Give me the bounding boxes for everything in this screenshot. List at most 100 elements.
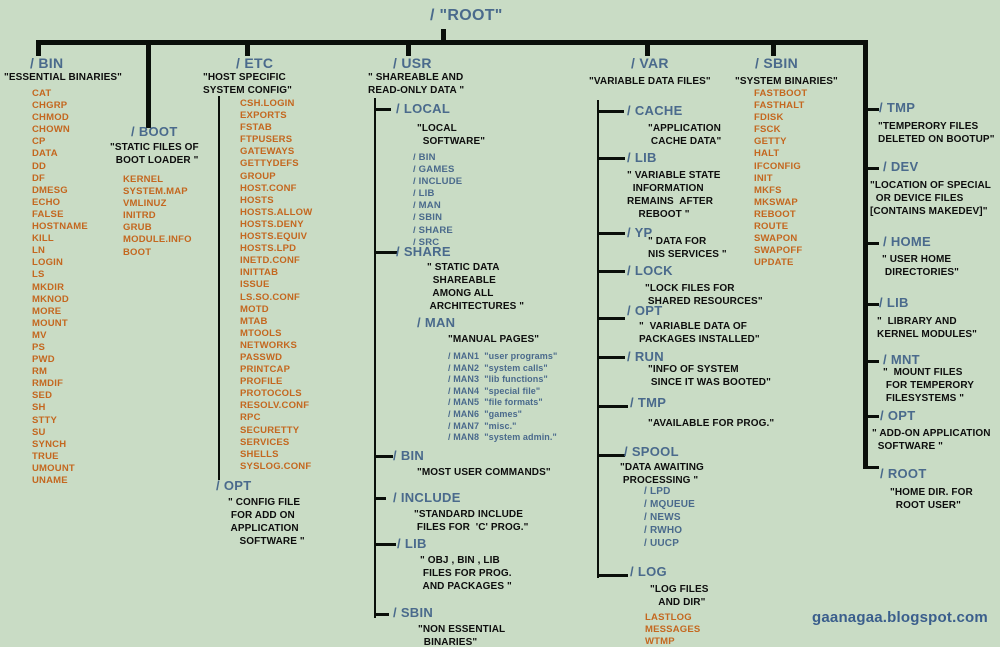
drop-boot-line bbox=[146, 40, 151, 128]
node-usr-desc: " SHAREABLE AND READ-ONLY DATA " bbox=[368, 72, 465, 96]
var-tick-spool bbox=[597, 454, 625, 457]
node-usr-man-desc: "MANUAL PAGES" bbox=[448, 334, 540, 345]
node-right-root-desc: "HOME DIR. FOR ROOT USER" bbox=[890, 487, 973, 511]
node-var-cache-desc: "APPLICATION CACHE DATA" bbox=[648, 123, 722, 147]
var-tick-lock bbox=[597, 270, 625, 273]
etc-spine-line bbox=[218, 96, 220, 480]
node-right-root-label: / ROOT bbox=[880, 466, 927, 481]
var-tick-tmp bbox=[597, 405, 628, 408]
node-right-lib-desc: " LIBRARY AND KERNEL MODULES" bbox=[877, 316, 977, 340]
node-usr-share-label: / SHARE bbox=[396, 244, 451, 259]
node-right-home-label: / HOME bbox=[883, 234, 932, 249]
node-right-opt-label: / OPT bbox=[880, 408, 916, 423]
node-var-desc: "VARIABLE DATA FILES" bbox=[589, 76, 711, 87]
node-var-lib-label: / LIB bbox=[627, 150, 657, 165]
drop-etc-line bbox=[245, 40, 250, 56]
right-spine-line bbox=[863, 40, 868, 469]
node-var-log-files: LASTLOG MESSAGES WTMP bbox=[645, 612, 701, 647]
var-tick-cache bbox=[597, 110, 624, 113]
node-usr-bin-label: / BIN bbox=[393, 448, 425, 463]
node-var-tmp-desc: "AVAILABLE FOR PROG." bbox=[648, 418, 775, 429]
node-usr-lib-desc: " OBJ , BIN , LIB FILES FOR PROG. AND PA… bbox=[420, 555, 512, 592]
node-right-lib-label: / LIB bbox=[879, 295, 909, 310]
node-var-opt-desc: " VARIABLE DATA OF PACKAGES INSTALLED" bbox=[639, 321, 760, 345]
node-usr-local-label: / LOCAL bbox=[396, 101, 451, 116]
node-right-tmp-desc: "TEMPERORY FILES DELETED ON BOOTUP" bbox=[878, 121, 995, 145]
node-boot-files: KERNEL SYSTEM.MAP VMLINUZ INITRD GRUB MO… bbox=[123, 174, 192, 258]
node-var-lock-label: / LOCK bbox=[627, 263, 673, 278]
node-right-opt-desc: " ADD-ON APPLICATION SOFTWARE " bbox=[872, 428, 991, 452]
node-var-run-desc: "INFO OF SYSTEM SINCE IT WAS BOOTED" bbox=[648, 364, 771, 388]
usr-tick-share bbox=[374, 251, 398, 254]
var-tick-lib bbox=[597, 157, 625, 160]
node-var-tmp-label: / TMP bbox=[630, 395, 667, 410]
node-etc-label: / ETC bbox=[236, 55, 274, 71]
node-right-home-desc: " USER HOME DIRECTORIES" bbox=[882, 254, 959, 278]
main-bus-line bbox=[36, 40, 868, 45]
node-var-log-desc: "LOG FILES AND DIR" bbox=[650, 584, 709, 608]
node-right-dev-label: / DEV bbox=[883, 159, 919, 174]
node-var-yp-desc: " DATA FOR NIS SERVICES " bbox=[648, 236, 727, 260]
node-bin-desc: "ESSENTIAL BINARIES" bbox=[4, 72, 122, 83]
var-tick-yp bbox=[597, 232, 625, 235]
drop-sbin-line bbox=[771, 40, 776, 56]
node-var-log-label: / LOG bbox=[630, 564, 667, 579]
usr-tick-bin bbox=[374, 455, 393, 458]
root-node-label: / "ROOT" bbox=[430, 7, 503, 24]
var-tick-log bbox=[597, 574, 628, 577]
node-usr-man-list: / MAN1 "user programs" / MAN2 "system ca… bbox=[448, 351, 558, 443]
node-etc-desc: "HOST SPECIFIC SYSTEM CONFIG" bbox=[203, 72, 292, 96]
drop-bin-line bbox=[36, 40, 41, 56]
node-right-mnt-desc: " MOUNT FILES FOR TEMPERORY FILESYSTEMS … bbox=[883, 367, 975, 404]
watermark-text: gaanagaa.blogspot.com bbox=[812, 609, 988, 626]
usr-tick-include bbox=[374, 497, 386, 500]
node-var-run-label: / RUN bbox=[627, 349, 664, 364]
node-usr-bin-desc: "MOST USER COMMANDS" bbox=[417, 467, 551, 478]
node-boot-desc: "STATIC FILES OF BOOT LOADER " bbox=[110, 142, 199, 166]
node-usr-include-label: / INCLUDE bbox=[393, 490, 461, 505]
node-usr-local-desc: "LOCAL SOFTWARE" bbox=[417, 123, 486, 147]
node-var-spool-label: / SPOOL bbox=[624, 444, 679, 459]
node-usr-local-sublist: / BIN / GAMES / INCLUDE / LIB / MAN / SB… bbox=[413, 152, 463, 248]
node-sbin-desc: "SYSTEM BINARIES" bbox=[735, 76, 838, 87]
node-right-mnt-label: / MNT bbox=[883, 352, 920, 367]
var-tick-opt bbox=[597, 317, 625, 320]
node-usr-lib-label: / LIB bbox=[397, 536, 427, 551]
node-bin-files: CAT CHGRP CHMOD CHOWN CP DATA DD DF DMES… bbox=[32, 88, 88, 486]
right-tick-lib bbox=[863, 303, 879, 306]
node-var-spool-desc: "DATA AWAITING PROCESSING " bbox=[620, 462, 704, 486]
node-sbin-files: FASTBOOT FASTHALT FDISK FSCK GETTY HALT … bbox=[754, 88, 808, 269]
node-etc-opt-desc: " CONFIG FILE FOR ADD ON APPLICATION SOF… bbox=[228, 497, 305, 547]
node-var-lib-desc: " VARIABLE STATE INFORMATION REMAINS AFT… bbox=[627, 170, 721, 220]
node-var-cache-label: / CACHE bbox=[627, 103, 683, 118]
node-boot-label: / BOOT bbox=[131, 124, 178, 139]
var-tick-run bbox=[597, 356, 625, 359]
right-tick-root bbox=[863, 466, 879, 469]
node-right-dev-desc: "LOCATION OF SPECIAL OR DEVICE FILES [CO… bbox=[870, 180, 991, 217]
right-tick-mnt bbox=[863, 360, 879, 363]
usr-tick-sbin bbox=[374, 613, 389, 616]
node-bin-label: / BIN bbox=[30, 55, 64, 71]
drop-var-line bbox=[645, 40, 650, 56]
right-tick-tmp bbox=[863, 108, 879, 111]
node-usr-label: / USR bbox=[393, 55, 432, 71]
node-var-label: / VAR bbox=[631, 55, 669, 71]
node-usr-man-label: / MAN bbox=[417, 315, 456, 330]
usr-spine-line bbox=[374, 98, 376, 618]
drop-usr-line bbox=[406, 40, 411, 56]
node-sbin-label: / SBIN bbox=[755, 55, 799, 71]
right-tick-opt bbox=[863, 415, 879, 418]
node-usr-share-desc: " STATIC DATA SHAREABLE AMONG ALL ARCHIT… bbox=[427, 262, 525, 312]
var-spine-line bbox=[597, 100, 599, 578]
node-var-opt-label: / OPT bbox=[627, 303, 663, 318]
right-tick-dev bbox=[863, 167, 879, 170]
node-etc-files: CSH.LOGIN EXPORTS FSTAB FTPUSERS GATEWAY… bbox=[240, 98, 313, 472]
node-usr-sbin-desc: "NON ESSENTIAL BINARIES" bbox=[418, 624, 506, 647]
filesystem-hierarchy-diagram: / "ROOT" / BIN "ESSENTIAL BINARIES" CAT … bbox=[0, 0, 1000, 647]
node-usr-sbin-label: / SBIN bbox=[393, 605, 434, 620]
node-right-tmp-label: / TMP bbox=[879, 100, 916, 115]
node-var-lock-desc: "LOCK FILES FOR SHARED RESOURCES" bbox=[645, 283, 763, 307]
node-var-spool-sublist: / LPD / MQUEUE / NEWS / RWHO / UUCP bbox=[644, 486, 696, 550]
right-tick-home bbox=[863, 242, 879, 245]
usr-tick-local bbox=[374, 108, 391, 111]
